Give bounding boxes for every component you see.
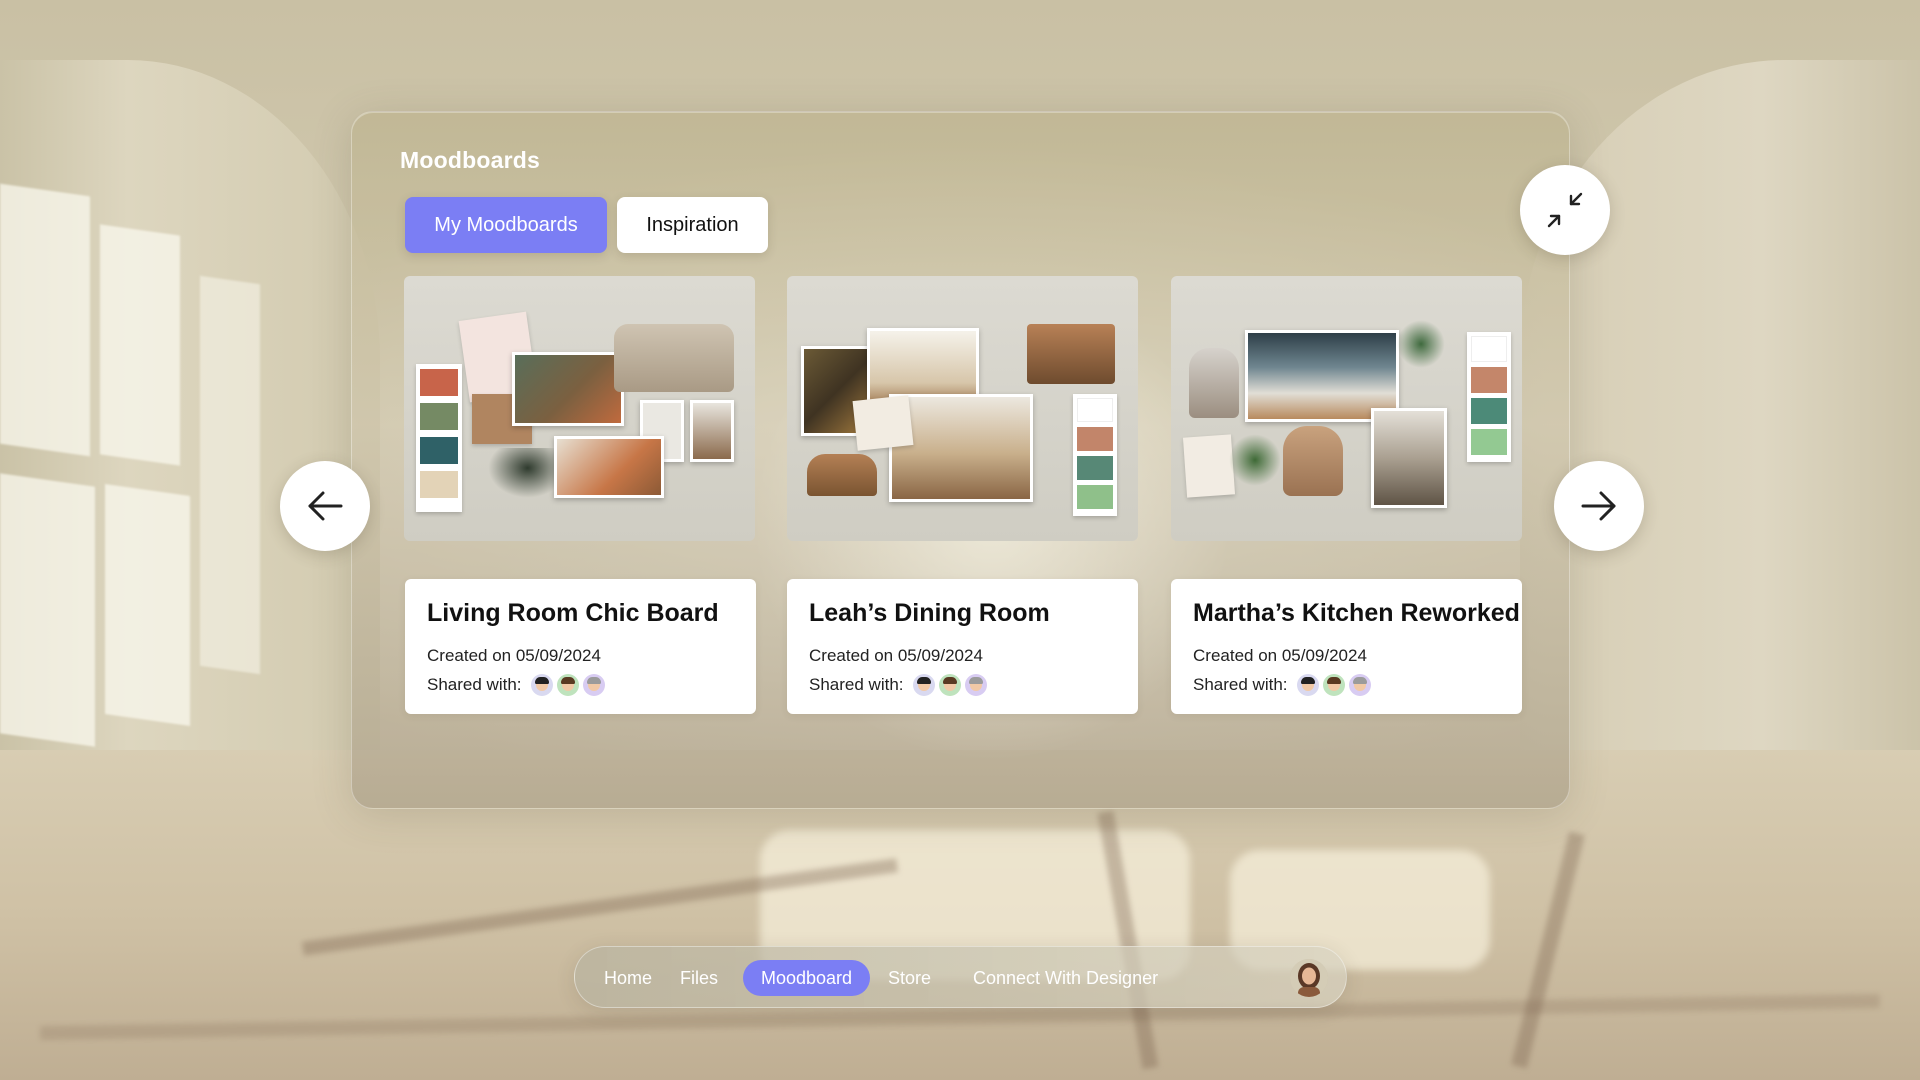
color-swatch: [420, 437, 458, 464]
moodboard-photo: [889, 394, 1033, 502]
avatar[interactable]: [582, 674, 605, 696]
next-button[interactable]: [1554, 461, 1644, 551]
nav-item-connect-with-designer[interactable]: Connect With Designer: [955, 960, 1176, 996]
color-swatch: [420, 369, 458, 396]
moodboard-photo: [1371, 408, 1447, 508]
collapse-arrows-icon: [1547, 192, 1583, 228]
moodboard-photo: [690, 400, 734, 462]
arrow-left-icon: [308, 491, 343, 521]
avatar[interactable]: [1322, 674, 1345, 696]
color-swatch: [1077, 485, 1113, 509]
color-swatch: [1471, 367, 1507, 393]
user-avatar[interactable]: [1290, 959, 1328, 997]
card-shared-with: Shared with:: [809, 674, 1116, 696]
card-created-date: Created on 05/09/2024: [427, 646, 601, 665]
color-swatch: [1471, 429, 1507, 455]
collaborator-avatars: [530, 674, 605, 696]
collaborator-avatars: [912, 674, 987, 696]
nav-item-moodboard[interactable]: Moodboard: [743, 960, 871, 996]
window-light: [0, 183, 90, 457]
card-shared-with: Shared with:: [1193, 674, 1500, 696]
user-avatar-icon: [1290, 959, 1328, 997]
plant-image: [1229, 434, 1281, 486]
color-swatch: [1077, 427, 1113, 451]
sticky-note: [1182, 434, 1236, 498]
bottom-navigation: Home Files Moodboard Store Connect With …: [574, 946, 1347, 1008]
card-title: Leah’s Dining Room: [809, 599, 1050, 627]
color-palette: [416, 364, 462, 512]
window-light: [100, 224, 180, 466]
sofa-image: [614, 324, 734, 392]
avatar[interactable]: [556, 674, 579, 696]
avatar[interactable]: [912, 674, 935, 696]
plant-image: [488, 448, 554, 498]
avatar[interactable]: [938, 674, 961, 696]
color-swatch: [1077, 398, 1113, 422]
moodboard-tabs: My Moodboards Inspiration: [405, 197, 768, 253]
tab-my-moodboards[interactable]: My Moodboards: [405, 197, 607, 253]
avatar[interactable]: [530, 674, 553, 696]
color-swatch: [1471, 398, 1507, 424]
nav-item-store[interactable]: Store: [870, 960, 949, 996]
nav-item-files[interactable]: Files: [662, 960, 736, 996]
window-light: [105, 484, 190, 726]
panel-title: Moodboards: [400, 147, 540, 173]
color-swatch: [1077, 456, 1113, 480]
card-created-date: Created on 05/09/2024: [809, 646, 983, 665]
moodboard-photo: [554, 436, 664, 498]
moodboard-card[interactable]: Leah’s Dining Room Created on 05/09/2024…: [787, 579, 1138, 714]
color-swatch: [420, 471, 458, 498]
tab-inspiration[interactable]: Inspiration: [617, 197, 768, 253]
color-swatch: [1471, 336, 1507, 362]
sticky-note: [852, 395, 914, 451]
color-palette: [1467, 332, 1511, 462]
shared-label: Shared with:: [1193, 675, 1288, 694]
color-swatch: [420, 403, 458, 430]
moodboard-card[interactable]: Living Room Chic Board Created on 05/09/…: [405, 579, 756, 714]
card-created-date: Created on 05/09/2024: [1193, 646, 1367, 665]
avatar[interactable]: [1348, 674, 1371, 696]
avatar[interactable]: [1296, 674, 1319, 696]
collapse-button[interactable]: [1520, 165, 1610, 255]
window-light: [0, 473, 95, 747]
avatar[interactable]: [964, 674, 987, 696]
shared-label: Shared with:: [809, 675, 904, 694]
color-palette: [1073, 394, 1117, 516]
vases-image: [807, 454, 877, 496]
mixer-image: [1189, 348, 1239, 418]
arrow-right-icon: [1581, 491, 1616, 521]
moodboard-card[interactable]: Martha’s Kitchen Reworked Created on 05/…: [1171, 579, 1522, 714]
previous-button[interactable]: [280, 461, 370, 551]
card-shared-with: Shared with:: [427, 674, 734, 696]
shared-label: Shared with:: [427, 675, 522, 694]
collaborator-avatars: [1296, 674, 1371, 696]
card-title: Martha’s Kitchen Reworked: [1193, 599, 1520, 627]
vases-image: [1283, 426, 1343, 496]
window-light: [200, 275, 260, 675]
moodboards-panel: Moodboards My Moodboards Inspiration Liv…: [351, 111, 1610, 809]
moodboard-thumbnail[interactable]: [1171, 276, 1522, 541]
table-image: [1027, 324, 1115, 384]
nav-item-home[interactable]: Home: [586, 960, 670, 996]
card-title: Living Room Chic Board: [427, 599, 719, 627]
moodboard-thumbnail[interactable]: [404, 276, 755, 541]
plant-image: [1397, 320, 1445, 368]
moodboard-thumbnail[interactable]: [787, 276, 1138, 541]
moodboard-photo: [512, 352, 624, 426]
